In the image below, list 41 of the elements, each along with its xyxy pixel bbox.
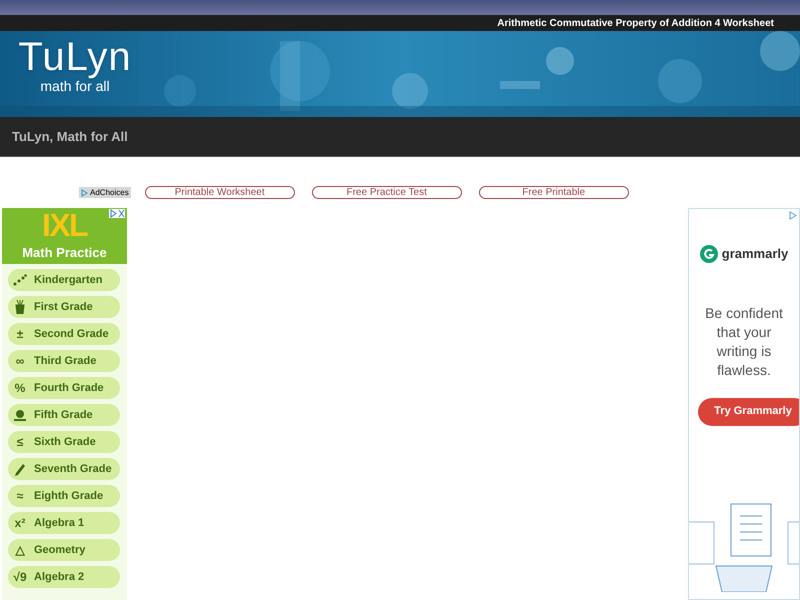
grade-button[interactable]: x² Algebra 1: [8, 512, 120, 534]
grade-button[interactable]: ± Second Grade: [8, 323, 120, 345]
play-icon: [789, 211, 797, 220]
dots-icon: [13, 274, 27, 286]
ad-title: Math Practice: [22, 244, 107, 262]
ad-link[interactable]: Free Practice Test: [312, 186, 462, 199]
site-name: TuLyn, Math for All: [12, 128, 128, 146]
grade-button[interactable]: % Fourth Grade: [8, 377, 120, 399]
ad-message: Be confident that your writing is flawless.: [704, 304, 784, 380]
try-grammarly-button[interactable]: Try Grammarly: [698, 398, 799, 426]
ad-link[interactable]: Free Printable: [478, 186, 629, 199]
grade-button[interactable]: Seventh Grade: [8, 458, 120, 480]
math-symbol-icon: ∞: [12, 352, 28, 370]
grade-button[interactable]: First Grade: [8, 296, 120, 318]
ad-link[interactable]: Printable Worksheet: [144, 186, 295, 199]
play-icon: [81, 188, 88, 196]
apple-icon: [13, 408, 27, 422]
cup-icon: [14, 300, 26, 314]
adchoices-badge[interactable]: AdChoices: [79, 187, 131, 198]
math-symbol-icon: ±: [12, 325, 28, 343]
math-symbol-icon: √9: [12, 568, 28, 586]
ad-close-icon[interactable]: [109, 209, 125, 218]
adchoices-label: AdChoices: [90, 186, 129, 198]
tagline: math for all: [40, 78, 110, 96]
math-symbol-icon: △: [12, 541, 28, 559]
math-symbol-icon: ≤: [12, 433, 28, 451]
g-logo-icon: [700, 244, 718, 263]
grade-button[interactable]: ≤ Sixth Grade: [8, 431, 120, 453]
math-symbol-icon: x²: [12, 514, 28, 532]
math-symbol-icon: ≈: [12, 487, 28, 505]
page-title: Arithmetic Commutative Property of Addition 4 Worksheet: [497, 16, 774, 30]
grade-button[interactable]: √9 Algebra 2: [8, 566, 120, 588]
grade-button[interactable]: ≈ Eighth Grade: [8, 485, 120, 507]
grade-button[interactable]: ∞ Third Grade: [8, 350, 120, 372]
math-symbol-icon: %: [12, 379, 28, 397]
grammarly-logo[interactable]: grammarly: [722, 244, 788, 264]
grade-button[interactable]: △ Geometry: [8, 539, 120, 561]
grade-button[interactable]: Kindergarten: [8, 269, 120, 291]
grade-button[interactable]: Fifth Grade: [8, 404, 120, 426]
site-logo[interactable]: TuLyn: [18, 37, 132, 77]
pencil-icon: [13, 462, 27, 476]
